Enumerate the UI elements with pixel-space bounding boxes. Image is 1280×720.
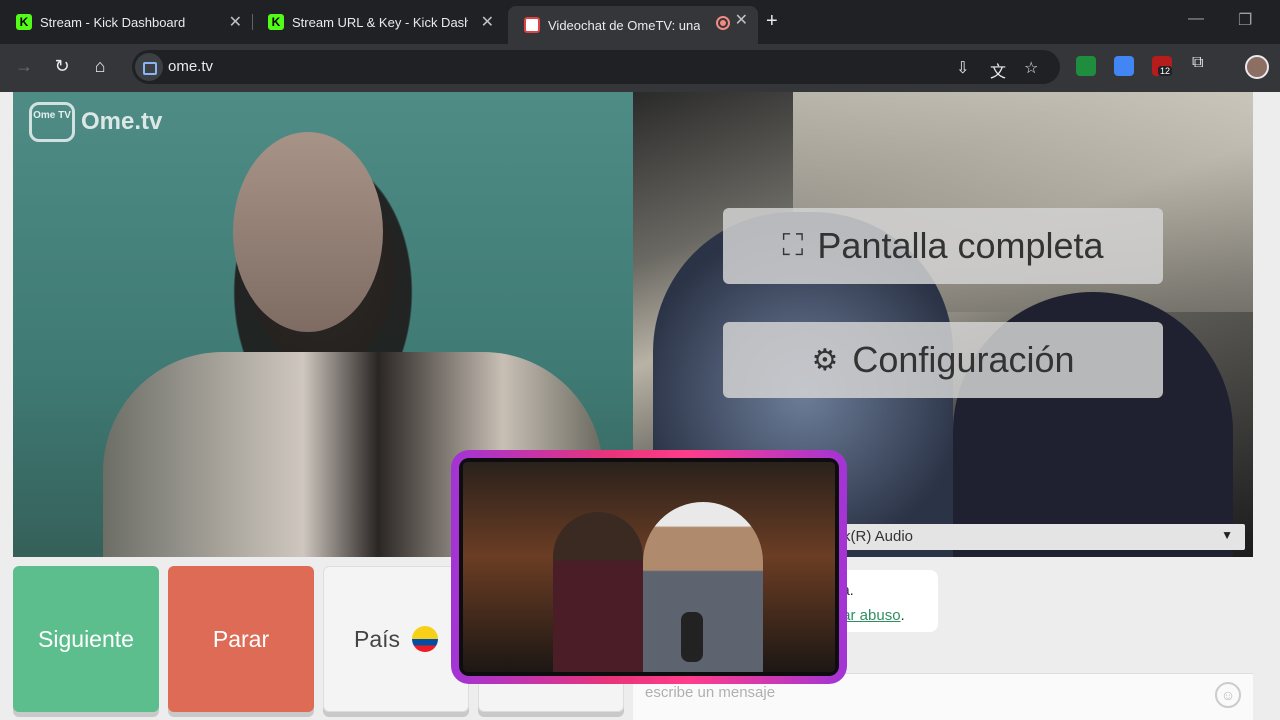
ometv-logo-icon: Ome TV [29,102,75,142]
close-icon[interactable]: ✕ [229,12,242,32]
close-icon[interactable]: ✕ [735,10,748,30]
extensions-puzzle-icon[interactable]: ⧉ [1192,54,1212,74]
restore-icon[interactable]: ❐ [1238,10,1252,30]
country-button[interactable]: País [323,566,469,712]
tab-kick-dashboard[interactable]: K Stream - Kick Dashboard ✕ [0,8,252,36]
translate-icon[interactable]: 文 [990,58,1006,82]
extension-badge: 12 [1158,66,1173,76]
next-label: Siguiente [38,625,134,652]
video-figure-face [233,132,383,332]
fullscreen-icon: ⛶ [782,229,804,262]
stop-label: Parar [212,625,270,652]
minimize-icon[interactable]: — [1188,10,1204,28]
settings-button[interactable]: ⚙ Configuración [723,322,1163,398]
recording-icon [716,16,730,30]
emoji-icon[interactable]: ☺ [1215,682,1241,708]
webcam-frame [459,458,839,676]
tab-title: Videochat de OmeTV: una [548,17,700,33]
video-figure [553,512,643,672]
address-bar[interactable]: ome.tv ⇩ 文 ☆ [132,50,1060,84]
video-figure [643,502,763,672]
ometv-icon [524,17,540,33]
ometv-logo: Ome TV Ome.tv [29,102,162,142]
profile-avatar[interactable] [1245,55,1269,79]
fullscreen-label: Pantalla completa [817,225,1104,266]
tab-ometv[interactable]: Videochat de OmeTV: una ✕ [508,6,758,44]
ometv-logo-text: Ome.tv [81,108,163,135]
streamer-webcam-overlay [451,450,847,684]
audio-device-value: k(R) Audio [843,528,914,545]
google-translate-extension-icon[interactable] [1114,56,1134,76]
kick-icon: K [16,14,32,30]
system-message-text: da. [833,578,928,603]
url-text: ome.tv [168,58,214,75]
chat-input-placeholder: escribe un mensaje [645,684,776,701]
kick-icon: K [268,14,284,30]
forward-icon[interactable]: → [12,56,36,77]
site-info-icon[interactable] [135,53,163,81]
sheets-extension-icon[interactable] [1076,56,1096,76]
bookmark-star-icon[interactable]: ☆ [1024,58,1038,78]
ecuador-flag-icon [412,626,439,652]
settings-label: Configuración [852,339,1075,380]
stop-button[interactable]: Parar [168,566,314,712]
browser-toolbar: → ↻ ⌂ ome.tv ⇩ 文 ☆ 12 ⧉ [0,44,1280,92]
audio-device-select[interactable]: k(R) Audio ▼ [835,524,1245,550]
tab-title: Stream URL & Key - Kick Dashb [292,14,468,30]
browser-tab-strip: K Stream - Kick Dashboard ✕ K Stream URL… [0,0,1280,44]
system-message-suffix: . [900,607,905,624]
home-icon[interactable]: ⌂ [88,56,112,77]
tab-kick-stream-key[interactable]: K Stream URL & Key - Kick Dashb ✕ [252,8,504,36]
webcam-feed [463,462,835,672]
fullscreen-button[interactable]: ⛶ Pantalla completa [723,208,1163,284]
next-button[interactable]: Siguiente [13,566,159,712]
microphone-icon [681,612,703,662]
country-label: País [353,625,401,652]
gear-icon: ⚙ [811,343,839,377]
new-tab-icon[interactable]: + [766,10,778,33]
ometv-page: Ome TV Ome.tv ⛶ Pantalla completa ⚙ Conf… [0,92,1280,720]
reload-icon[interactable]: ↻ [50,56,74,77]
install-app-icon[interactable]: ⇩ [956,58,969,78]
close-icon[interactable]: ✕ [481,12,494,32]
chevron-down-icon: ▼ [1221,528,1233,542]
tab-title: Stream - Kick Dashboard [40,14,186,30]
